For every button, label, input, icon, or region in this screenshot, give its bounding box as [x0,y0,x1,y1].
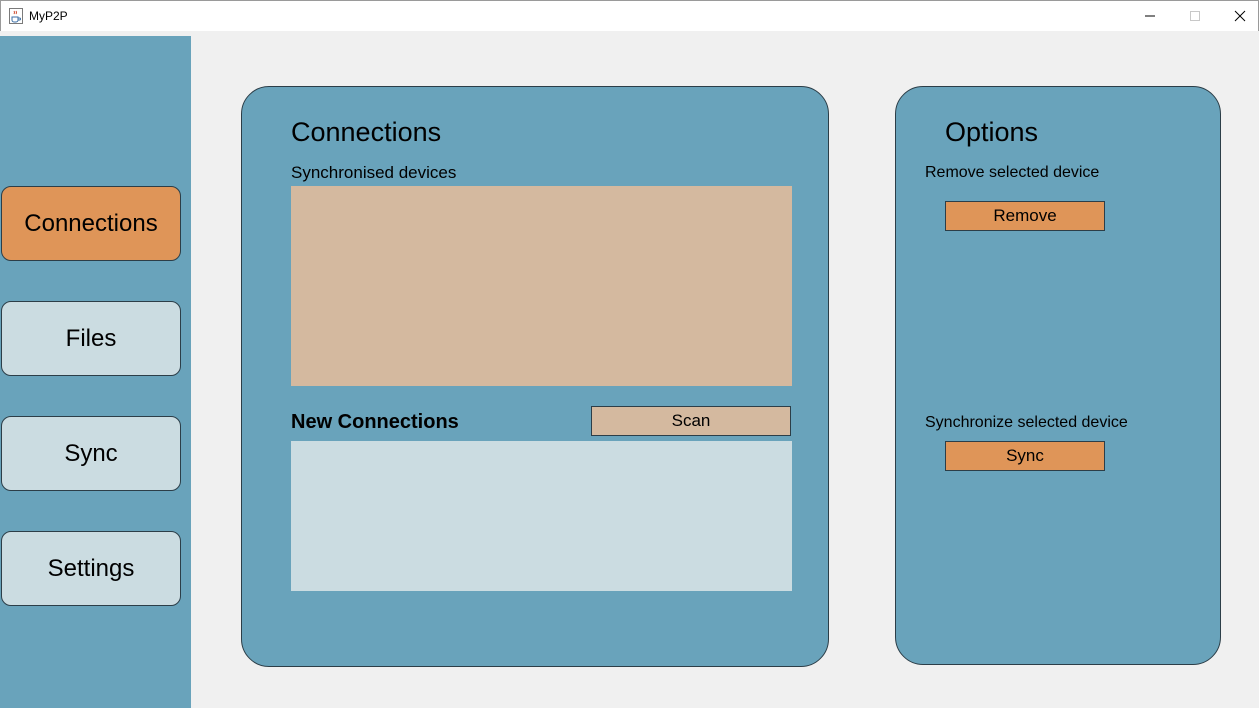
options-title: Options [945,117,1039,147]
maximize-button[interactable] [1172,1,1218,31]
new-connections-label: New Connections [291,411,459,433]
minimize-icon [1145,15,1155,17]
sync-device-button-label: Sync [1006,446,1044,465]
connections-title: Connections [291,117,442,147]
synchronised-devices-label: Synchronised devices [291,163,457,182]
remove-device-label: Remove selected device [925,164,1100,181]
options-panel: Options Remove selected device Remove Sy… [895,86,1221,665]
sidebar-item-connections[interactable]: Connections [1,186,181,261]
sidebar: Connections Files Sync Settings [0,36,191,708]
title-bar: MyP2P [0,0,1259,31]
sidebar-item-sync[interactable]: Sync [1,416,181,491]
close-button[interactable] [1217,1,1259,31]
minimize-button[interactable] [1127,1,1173,31]
sidebar-item-label: Connections [24,209,158,237]
sync-device-button[interactable]: Sync [945,441,1105,471]
scan-button-label: Scan [671,411,711,430]
remove-button-label: Remove [993,206,1057,225]
new-connections-list[interactable] [291,441,792,591]
maximize-icon [1190,11,1200,21]
java-cup-icon [9,8,23,24]
synchronised-devices-list[interactable] [291,186,792,386]
sidebar-item-settings[interactable]: Settings [1,531,181,606]
connections-panel: Connections Synchronised devices New Con… [241,86,829,667]
remove-button[interactable]: Remove [945,201,1105,231]
sidebar-item-label: Sync [64,439,118,467]
sidebar-item-label: Files [65,324,117,352]
sidebar-item-label: Settings [47,554,135,582]
scan-button[interactable]: Scan [591,406,791,436]
close-icon [1234,10,1246,22]
window-title: MyP2P [29,9,68,23]
sidebar-item-files[interactable]: Files [1,301,181,376]
synchronize-device-label: Synchronize selected device [925,414,1128,431]
